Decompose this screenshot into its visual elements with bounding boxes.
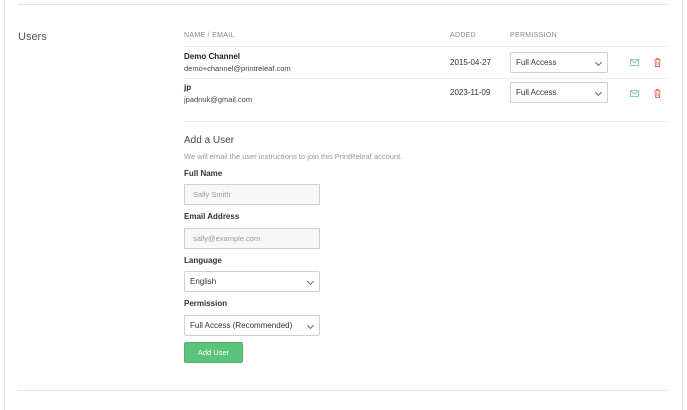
user-email: jpadnuk@gmail.com [184, 95, 253, 104]
permission-select[interactable]: Full Access [510, 82, 608, 103]
table-bottom-divider [184, 121, 669, 122]
new-user-permission-select[interactable]: Full Access (Recommended) [184, 315, 320, 336]
language-select-value: English [190, 277, 217, 286]
trash-icon [653, 88, 661, 98]
column-header-name-email: NAME / EMAIL [184, 32, 235, 39]
chevron-down-icon [594, 88, 603, 96]
top-divider [18, 4, 669, 5]
header-divider [184, 46, 669, 47]
chevron-down-icon [594, 58, 603, 66]
user-added-date: 2015-04-27 [450, 58, 491, 67]
user-name: Demo Channel [184, 52, 241, 61]
permission-select-value: Full Access [516, 88, 557, 97]
column-header-added: ADDED [450, 32, 477, 39]
user-email: demo+channel@printreleaf.com [184, 64, 291, 73]
delete-user-button[interactable] [652, 57, 662, 67]
add-user-button[interactable]: Add User [184, 342, 243, 363]
delete-user-button[interactable] [652, 88, 662, 98]
resend-invite-button[interactable] [629, 57, 639, 67]
user-name: jp [184, 83, 192, 92]
add-user-description: We will email the user instructions to j… [184, 152, 403, 161]
chevron-down-icon [306, 277, 315, 285]
permission-label: Permission [184, 299, 228, 308]
bottom-divider [18, 390, 669, 391]
permission-select[interactable]: Full Access [510, 52, 608, 73]
envelope-icon [629, 89, 639, 97]
envelope-icon [629, 58, 639, 66]
column-header-permission: PERMISSION [510, 32, 557, 39]
add-user-heading: Add a User [184, 135, 235, 146]
permission-select-value: Full Access [516, 58, 557, 67]
permission-select-value: Full Access (Recommended) [190, 321, 293, 330]
full-name-label: Full Name [184, 169, 223, 178]
language-label: Language [184, 256, 222, 265]
full-name-input[interactable] [184, 184, 320, 205]
resend-invite-button[interactable] [629, 88, 639, 98]
language-select[interactable]: English [184, 271, 320, 292]
user-added-date: 2023-11-09 [450, 88, 491, 97]
chevron-down-icon [306, 321, 315, 329]
section-title: Users [18, 31, 47, 43]
row-divider [184, 78, 669, 79]
email-address-label: Email Address [184, 212, 240, 221]
email-address-input[interactable] [184, 228, 320, 249]
trash-icon [653, 57, 661, 67]
